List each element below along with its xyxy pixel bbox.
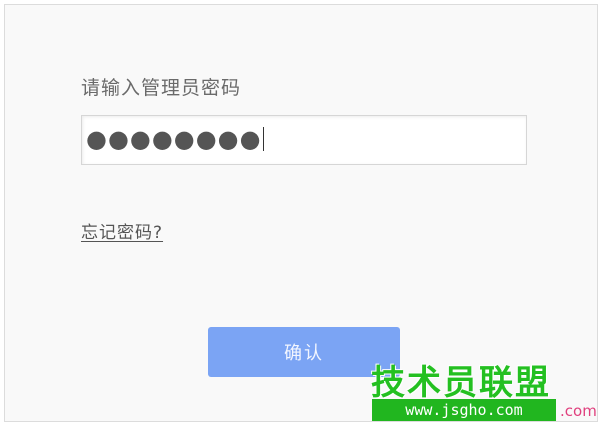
- watermark-logo: 技术员联盟 www.jsgho.com .com: [368, 355, 600, 428]
- forgot-password-link[interactable]: 忘记密码?: [81, 218, 163, 243]
- text-caret: [262, 127, 264, 151]
- password-masked-text: ●●●●●●●●: [86, 125, 262, 153]
- watermark-url: www.jsgho.com: [372, 399, 556, 421]
- password-field[interactable]: ●●●●●●●●: [81, 115, 527, 165]
- watermark-title: 技术员联盟: [371, 363, 551, 403]
- password-field-value: ●●●●●●●●: [86, 126, 264, 152]
- password-prompt-label: 请输入管理员密码: [81, 77, 242, 99]
- watermark-url-suffix: .com: [560, 402, 597, 420]
